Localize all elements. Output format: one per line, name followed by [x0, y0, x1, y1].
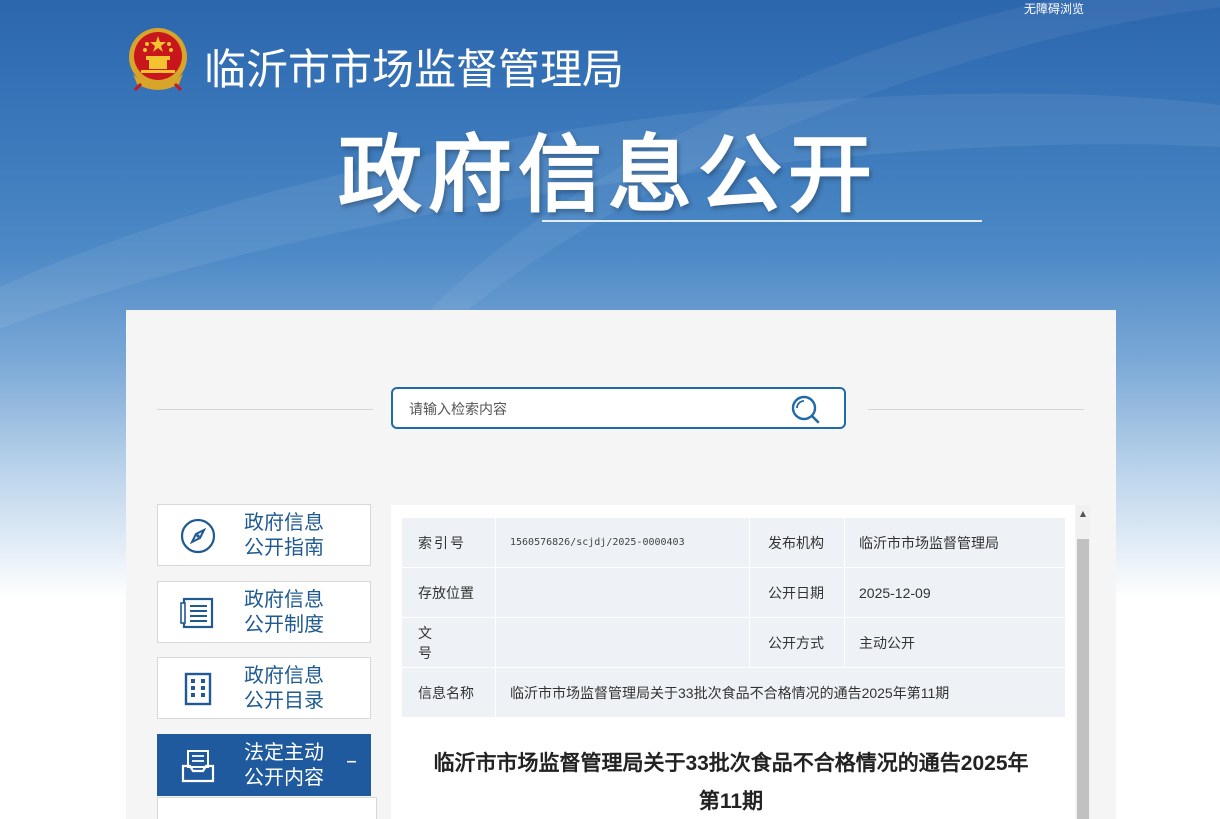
info-metadata-table: 索引号 1560576826/scjdj/2025-0000403 发布机构 临… — [401, 517, 1066, 718]
sidebar-submenu — [157, 797, 377, 819]
sidebar-item-label: 法定主动 公开内容 — [244, 742, 324, 789]
name-value: 临沂市市场监督管理局关于33批次食品不合格情况的通告2025年第11期 — [495, 667, 1066, 718]
sidebar-item-system[interactable]: 政府信息 公开制度 — [157, 581, 371, 643]
search-button[interactable] — [788, 393, 824, 425]
method-value: 主动公开 — [844, 617, 1066, 668]
search-box — [391, 387, 846, 429]
table-row: 文号 公开方式 主动公开 — [401, 617, 1066, 668]
date-label: 公开日期 — [749, 567, 845, 618]
article-title: 临沂市市场监督管理局关于33批次食品不合格情况的通告2025年 第11期 — [433, 752, 1029, 813]
sidebar-item-label: 政府信息 公开指南 — [244, 512, 324, 559]
sidebar-item-catalog[interactable]: 政府信息 公开目录 — [157, 657, 371, 719]
sidebar-item-label: 政府信息 公开制度 — [244, 589, 324, 636]
divider — [868, 409, 1084, 410]
scroll-up-arrow-icon[interactable]: ▲ — [1076, 505, 1090, 521]
collapse-toggle-icon[interactable]: – — [346, 749, 357, 774]
content-area: 索引号 1560576826/scjdj/2025-0000403 发布机构 临… — [391, 505, 1075, 819]
publisher-label: 发布机构 — [749, 517, 845, 568]
index-value: 1560576826/scjdj/2025-0000403 — [495, 517, 750, 568]
location-label: 存放位置 — [401, 567, 496, 618]
building-grid-icon — [180, 671, 216, 707]
table-row: 信息名称 临沂市市场监督管理局关于33批次食品不合格情况的通告2025年第11期 — [401, 667, 1066, 718]
accessibility-link[interactable]: 无障碍浏览 — [1024, 0, 1084, 17]
inbox-document-icon — [180, 748, 216, 784]
location-value — [495, 567, 750, 618]
name-label: 信息名称 — [401, 667, 496, 718]
section-title: 政府信息公开 — [338, 128, 879, 222]
docno-value — [495, 617, 750, 668]
compass-icon — [180, 518, 216, 554]
list-document-icon — [180, 595, 216, 631]
docno-label: 文号 — [401, 617, 496, 668]
table-row: 存放位置 公开日期 2025-12-09 — [401, 567, 1066, 618]
scrollbar[interactable]: ▲ — [1076, 505, 1090, 819]
index-label: 索引号 — [401, 517, 496, 568]
scrollbar-thumb[interactable] — [1077, 539, 1089, 819]
search-icon — [788, 395, 824, 429]
national-emblem-icon — [127, 26, 189, 92]
search-input[interactable] — [407, 397, 771, 421]
sidebar-item-guide[interactable]: 政府信息 公开指南 — [157, 504, 371, 566]
table-row: 索引号 1560576826/scjdj/2025-0000403 发布机构 临… — [401, 517, 1066, 568]
divider — [157, 409, 373, 410]
date-value: 2025-12-09 — [844, 567, 1066, 618]
sidebar-item-statutory-content[interactable]: 法定主动 公开内容 – — [157, 734, 371, 796]
title-underline — [542, 220, 982, 222]
sidebar-item-label: 政府信息 公开目录 — [244, 665, 324, 712]
site-title: 临沂市市场监督管理局 — [204, 46, 625, 93]
publisher-value: 临沂市市场监督管理局 — [844, 517, 1066, 568]
method-label: 公开方式 — [749, 617, 845, 668]
